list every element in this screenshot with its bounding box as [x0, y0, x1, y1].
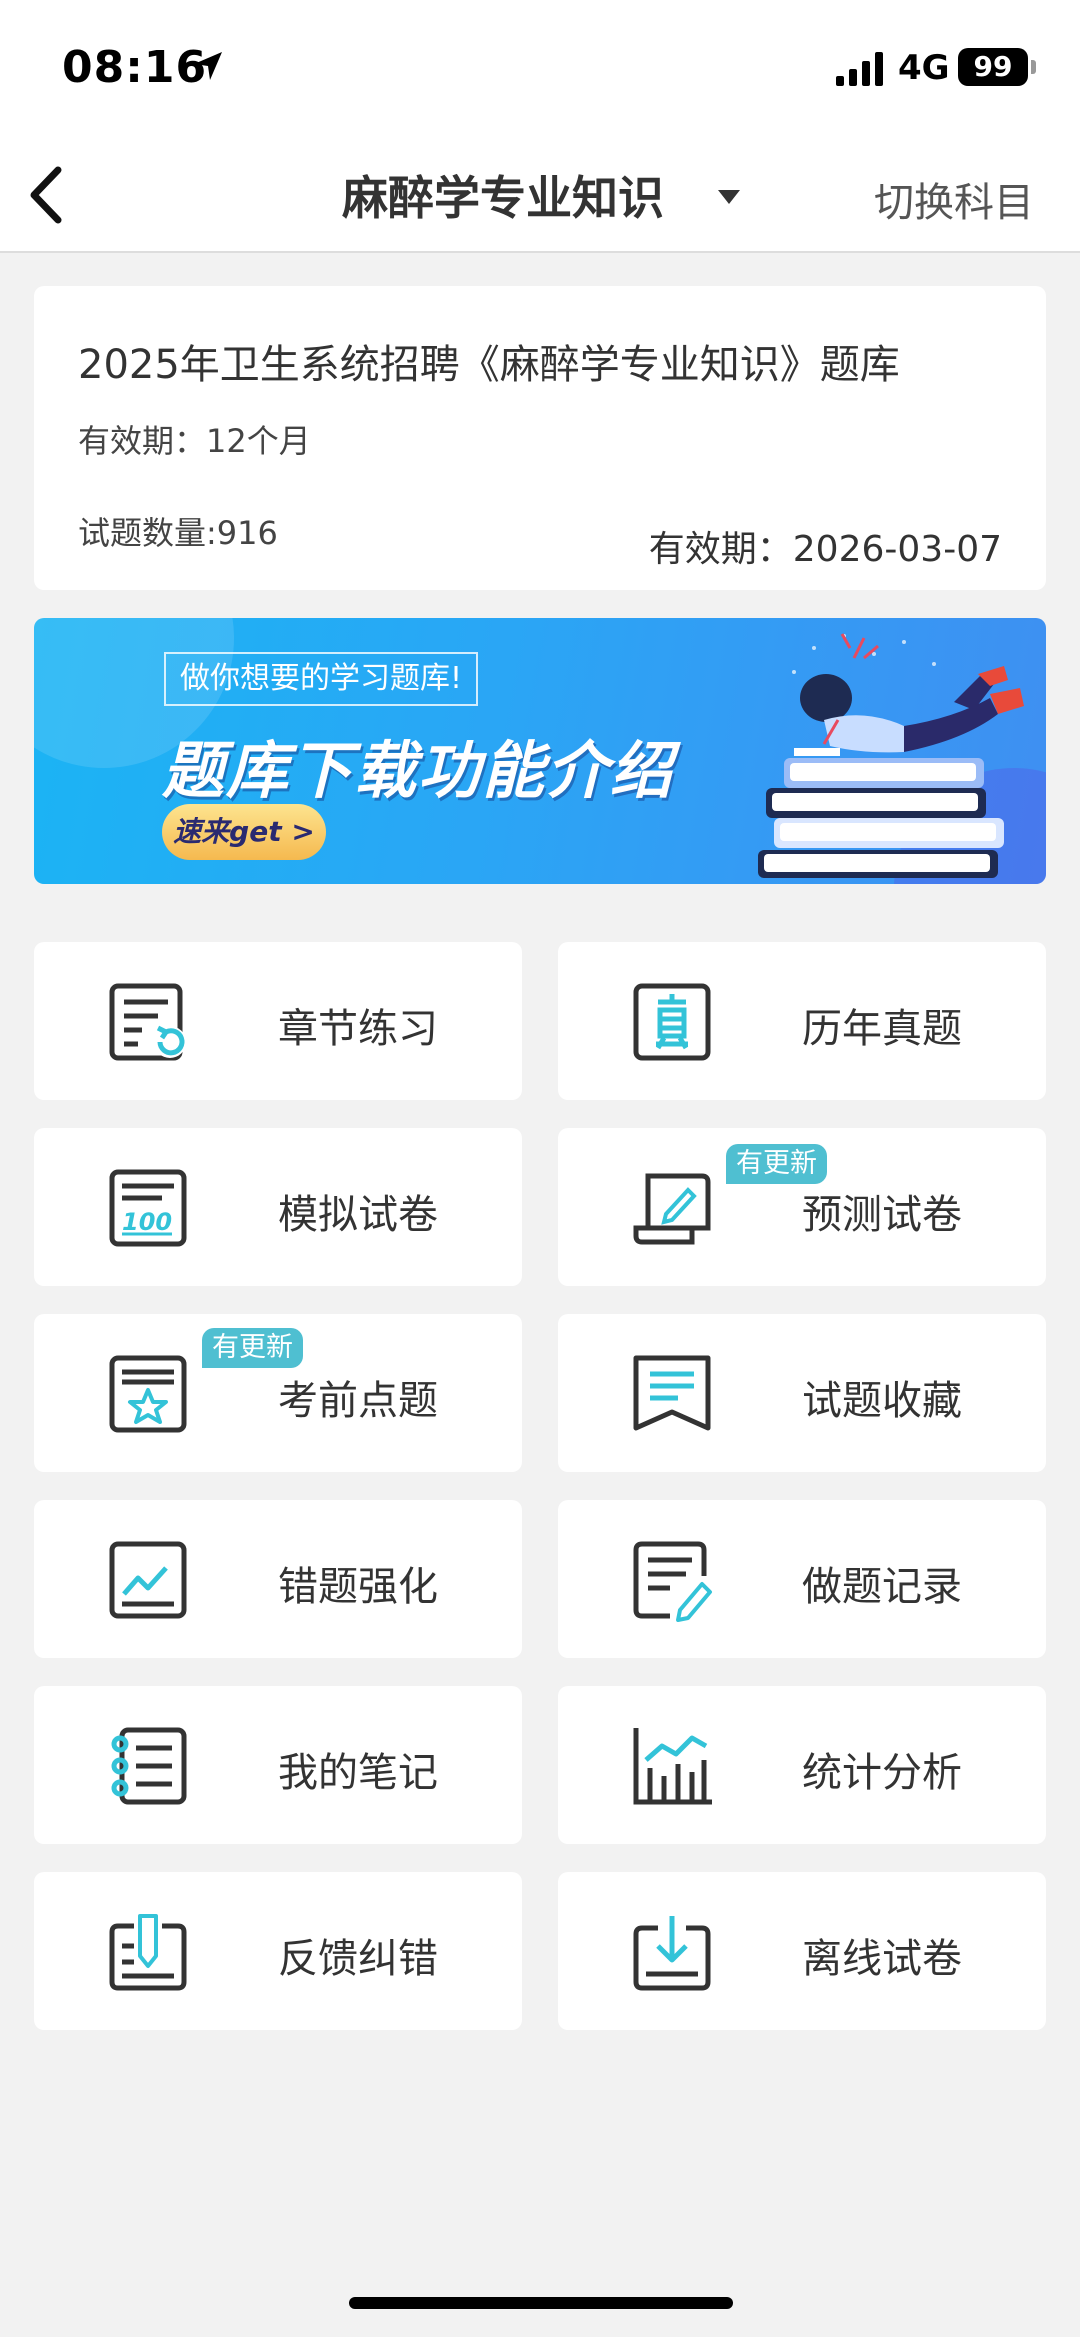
update-badge: 有更新	[202, 1328, 303, 1368]
tile-feedback[interactable]: 反馈纠错	[34, 1872, 522, 2030]
tile-mock-exam[interactable]: 100 模拟试卷	[34, 1128, 522, 1286]
switch-subject-button[interactable]: 切换科目	[874, 170, 1034, 228]
back-arrow-icon[interactable]	[20, 160, 80, 230]
tile-label: 反馈纠错	[278, 1936, 438, 1982]
tile-label: 我的笔记	[278, 1750, 438, 1796]
subject-title[interactable]: 麻醉学专业知识	[342, 162, 664, 228]
bank-title: 2025年卫生系统招聘《麻醉学专业知识》题库	[78, 342, 900, 388]
banner-tagline: 做你想要的学习题库!	[164, 652, 479, 706]
signal-icon	[836, 52, 883, 86]
tile-label: 离线试卷	[802, 1936, 962, 1982]
mock-exam-icon: 100	[109, 1169, 187, 1247]
location-arrow-icon	[194, 52, 222, 80]
tile-label: 考前点题	[278, 1378, 438, 1424]
tile-notes[interactable]: 我的笔记	[34, 1686, 522, 1844]
favorites-icon	[633, 1355, 711, 1431]
tile-label: 错题强化	[278, 1564, 438, 1610]
practice-record-icon	[633, 1541, 712, 1622]
tile-favorites[interactable]: 试题收藏	[558, 1314, 1046, 1472]
tile-label: 预测试卷	[802, 1192, 962, 1238]
battery-icon: 99	[958, 48, 1028, 86]
tile-statistics[interactable]: 统计分析	[558, 1686, 1046, 1844]
expiry-date: 有效期：2026-03-07	[648, 529, 1002, 570]
tile-label: 试题收藏	[802, 1378, 962, 1424]
banner-headline: 题库下载功能介绍	[162, 734, 675, 807]
key-points-icon	[109, 1355, 187, 1433]
offline-exam-icon	[633, 1916, 711, 1991]
statistics-icon	[633, 1728, 712, 1805]
svg-text:100: 100	[122, 1208, 172, 1236]
tile-prediction-exam[interactable]: 预测试卷 有更新	[558, 1128, 1046, 1286]
tile-label: 模拟试卷	[278, 1192, 438, 1238]
home-indicator	[349, 2297, 733, 2309]
tile-label: 统计分析	[802, 1750, 962, 1796]
validity-period: 有效期：12个月	[78, 422, 311, 460]
battery-tip	[1031, 60, 1036, 74]
update-badge: 有更新	[726, 1144, 827, 1184]
tile-past-exams[interactable]: 历年真题	[558, 942, 1046, 1100]
tile-chapter-practice[interactable]: 章节练习	[34, 942, 522, 1100]
banner-get-button[interactable]: 速来get >	[162, 804, 326, 860]
tile-wrong-questions[interactable]: 错题强化	[34, 1500, 522, 1658]
feedback-icon	[109, 1914, 187, 1991]
nav-bar: 麻醉学专业知识 切换科目	[0, 140, 1080, 253]
tile-label: 做题记录	[802, 1564, 962, 1610]
question-bank-info-card: 2025年卫生系统招聘《麻醉学专业知识》题库 有效期：12个月 试题数量:916…	[34, 286, 1046, 590]
past-exams-icon	[633, 983, 711, 1061]
tile-offline-exam[interactable]: 离线试卷	[558, 1872, 1046, 2030]
tile-key-points[interactable]: 考前点题 有更新	[34, 1314, 522, 1472]
tile-label: 章节练习	[278, 1006, 438, 1052]
tile-label: 历年真题	[802, 1006, 962, 1052]
network-type: 4G	[898, 48, 950, 88]
status-time: 08:16	[62, 42, 208, 93]
download-feature-banner[interactable]: 做你想要的学习题库! 题库下载功能介绍 速来get >	[34, 618, 1046, 884]
wrong-questions-icon	[109, 1541, 187, 1619]
notes-icon	[111, 1727, 187, 1805]
question-count: 试题数量:916	[78, 514, 278, 552]
tile-practice-record[interactable]: 做题记录	[558, 1500, 1046, 1658]
prediction-exam-icon	[633, 1173, 711, 1245]
status-bar: 08:16 4G 99	[0, 0, 1080, 140]
caret-down-icon[interactable]	[718, 190, 740, 204]
chapter-practice-icon	[109, 983, 186, 1061]
studying-girl-illustration	[758, 633, 1024, 878]
